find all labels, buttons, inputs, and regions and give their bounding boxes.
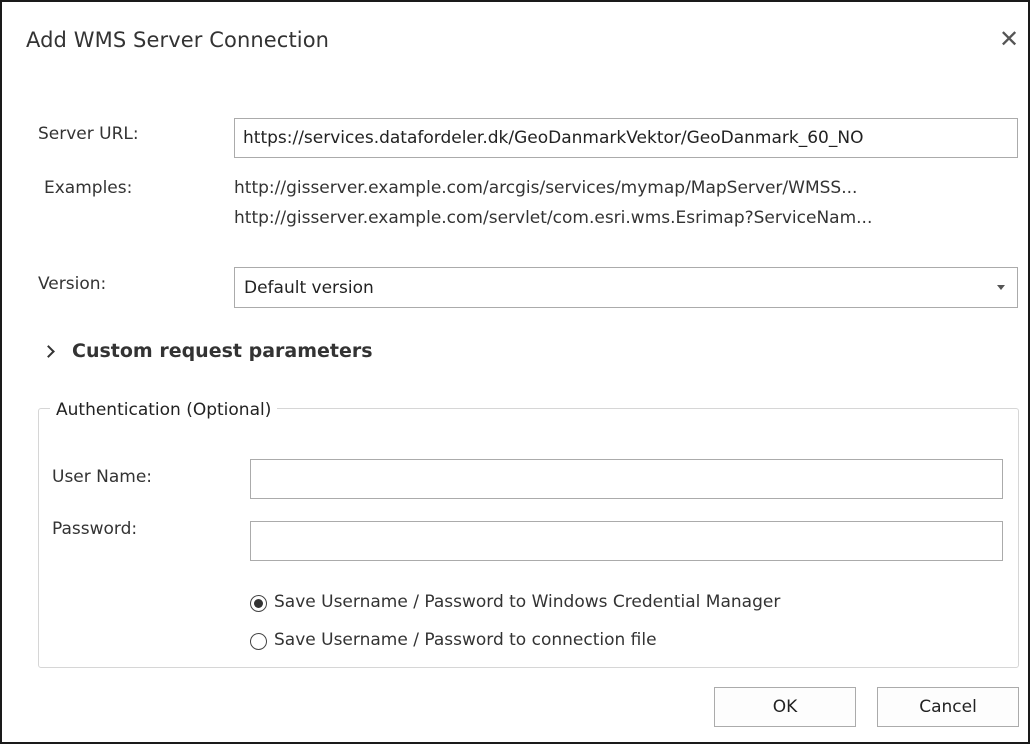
- server-url-input[interactable]: https://services.datafordeler.dk/GeoDanm…: [234, 118, 1018, 158]
- password-input[interactable]: [250, 521, 1003, 561]
- dialog-title: Add WMS Server Connection: [26, 28, 330, 52]
- radio-button-unchecked[interactable]: [250, 633, 267, 650]
- chevron-right-icon: [42, 345, 55, 358]
- example-url-2: http://gisserver.example.com/servlet/com…: [234, 208, 873, 228]
- cancel-button[interactable]: Cancel: [877, 687, 1019, 727]
- server-url-label: Server URL:: [38, 124, 139, 144]
- version-selected-value: Default version: [244, 278, 374, 298]
- ok-button[interactable]: OK: [714, 687, 856, 727]
- chevron-down-icon: [997, 285, 1005, 290]
- add-wms-server-connection-dialog: Add WMS Server Connection ✕ Server URL: …: [0, 0, 1030, 744]
- authentication-legend: Authentication (Optional): [50, 400, 278, 420]
- radio-button-checked[interactable]: [250, 595, 267, 612]
- password-label: Password:: [52, 519, 138, 539]
- close-icon[interactable]: ✕: [996, 26, 1022, 52]
- version-label: Version:: [38, 274, 107, 294]
- server-url-value: https://services.datafordeler.dk/GeoDanm…: [243, 128, 864, 148]
- radio-selected-dot: [254, 599, 263, 608]
- version-dropdown[interactable]: Default version: [234, 267, 1018, 308]
- username-label: User Name:: [52, 467, 153, 487]
- save-to-connection-file-label: Save Username / Password to connection f…: [274, 630, 657, 650]
- example-url-1: http://gisserver.example.com/arcgis/serv…: [234, 178, 858, 198]
- examples-label: Examples:: [44, 178, 133, 198]
- custom-request-parameters-label: Custom request parameters: [72, 340, 373, 362]
- username-input[interactable]: [250, 459, 1003, 499]
- save-to-credential-manager-label: Save Username / Password to Windows Cred…: [274, 592, 781, 612]
